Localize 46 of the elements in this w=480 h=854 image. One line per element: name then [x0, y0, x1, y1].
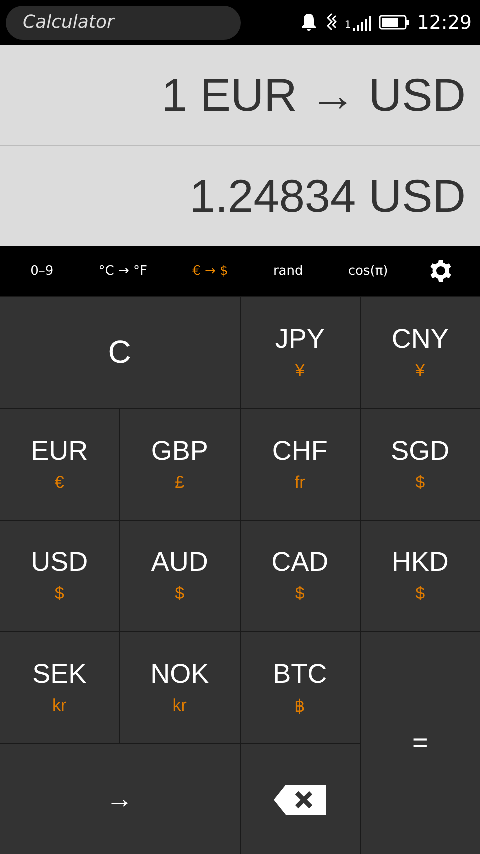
battery-icon	[379, 15, 410, 30]
currency-key[interactable]: NOK kr	[120, 632, 240, 744]
currency-symbol: kr	[172, 696, 187, 716]
app-title: Calculator	[6, 6, 241, 40]
signal-icon	[353, 14, 372, 30]
currency-key[interactable]: JPY ¥	[240, 297, 360, 408]
settings-icon[interactable]	[429, 259, 454, 283]
currency-key[interactable]: SEK kr	[0, 632, 120, 744]
currency-key[interactable]: CNY ¥	[360, 297, 480, 408]
currency-key[interactable]: USD $	[0, 520, 120, 632]
expression-display: 1 EUR → USD	[160, 68, 467, 123]
currency-key[interactable]: HKD $	[360, 520, 480, 632]
mode-tab[interactable]: °C → °F	[94, 260, 152, 282]
mode-tab[interactable]: 0–9	[26, 260, 58, 282]
currency-key[interactable]: BTC ฿	[240, 632, 360, 744]
backspace-key[interactable]	[240, 744, 360, 854]
currency-symbol: $	[416, 472, 426, 493]
mode-tab[interactable]: € → $	[188, 260, 232, 282]
mode-tab[interactable]: rand	[269, 260, 308, 282]
sim-number: 1	[344, 20, 352, 31]
currency-key[interactable]: AUD $	[120, 520, 240, 632]
clear-key[interactable]: C	[0, 297, 240, 408]
clock-time: 12:29	[417, 12, 472, 34]
currency-key[interactable]: CAD $	[240, 520, 360, 632]
bell-icon	[300, 13, 317, 32]
mode-tab[interactable]: cos(π)	[344, 260, 392, 282]
vibration-icon	[324, 13, 337, 32]
currency-symbol: $	[175, 584, 185, 604]
currency-symbol: $	[54, 584, 64, 604]
currency-key[interactable]: GBP £	[120, 408, 240, 520]
backspace-icon	[274, 784, 326, 815]
result-display: 1.24834 USD	[0, 145, 480, 246]
currency-symbol: $	[295, 584, 305, 604]
currency-key[interactable]: SGD $	[360, 408, 480, 520]
currency-symbol: €	[54, 472, 64, 493]
equals-key[interactable]: =	[360, 632, 480, 854]
currency-key[interactable]: CHF fr	[240, 408, 360, 520]
currency-symbol: ฿	[294, 696, 306, 717]
currency-symbol: £	[175, 472, 185, 493]
currency-symbol: $	[416, 584, 426, 604]
currency-symbol: fr	[294, 472, 306, 493]
currency-symbol: ¥	[416, 360, 426, 381]
currency-key[interactable]: EUR €	[0, 408, 120, 520]
currency-symbol: kr	[52, 696, 67, 716]
currency-symbol: ¥	[295, 360, 305, 381]
convert-key[interactable]: →	[0, 744, 240, 854]
